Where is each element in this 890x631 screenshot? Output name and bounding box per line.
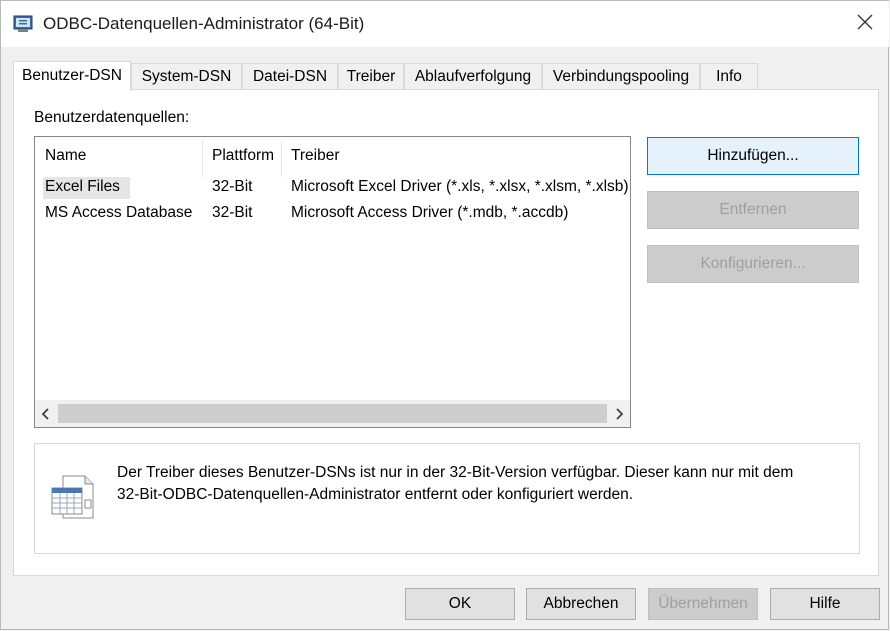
tab-benutzer-dsn[interactable]: Benutzer-DSN [13,61,131,91]
info-message-line-2: 32-Bit-ODBC-Datenquellen-Administrator e… [117,486,634,503]
row-access-driver[interactable]: Microsoft Access Driver (*.mdb, *.accdb) [291,204,568,222]
row-excel-driver[interactable]: Microsoft Excel Driver (*.xls, *.xlsx, *… [291,178,629,196]
column-separator[interactable] [281,141,282,177]
close-icon [856,13,874,35]
row-access-name[interactable]: MS Access Database [45,204,192,222]
info-message: Der Treiber dieses Benutzer-DSNs ist nur… [117,462,837,506]
tab-ablaufverfolgung[interactable]: Ablaufverfolgung [404,63,542,89]
remove-button[interactable]: Entfernen [647,191,859,229]
row-excel-platform[interactable]: 32-Bit [212,178,253,196]
column-header-driver[interactable]: Treiber [291,147,340,165]
odbc-admin-icon [13,14,33,34]
window-title: ODBC-Datenquellen-Administrator (64-Bit) [43,14,365,33]
tab-system-dsn[interactable]: System-DSN [131,63,242,89]
column-header-platform[interactable]: Plattform [212,147,274,165]
close-button[interactable] [847,7,883,41]
ok-button[interactable]: OK [405,588,515,620]
info-message-line-1: Der Treiber dieses Benutzer-DSNs ist nur… [117,464,794,481]
configure-button[interactable]: Konfigurieren... [647,245,859,283]
user-datasources-label: Benutzerdatenquellen: [34,109,190,126]
chevron-left-icon[interactable] [35,400,57,427]
dialog-window: ODBC-Datenquellen-Administrator (64-Bit)… [0,0,889,630]
info-box: Der Treiber dieses Benutzer-DSNs ist nur… [34,443,860,554]
data-table-icon [49,474,97,522]
chevron-right-icon[interactable] [608,400,630,427]
row-access-platform[interactable]: 32-Bit [212,204,253,222]
add-button[interactable]: Hinzufügen... [647,137,859,175]
cancel-button[interactable]: Abbrechen [526,588,636,620]
title-bar: ODBC-Datenquellen-Administrator (64-Bit) [1,1,889,47]
horizontal-scrollbar[interactable] [35,400,630,427]
tab-datei-dsn[interactable]: Datei-DSN [242,63,338,89]
column-header-name[interactable]: Name [45,147,86,165]
help-button[interactable]: Hilfe [770,588,880,620]
tab-verbindungspooling[interactable]: Verbindungspooling [542,63,700,89]
apply-button[interactable]: Übernehmen [648,588,758,620]
scroll-thumb[interactable] [58,404,607,423]
column-separator[interactable] [202,141,203,177]
tab-treiber[interactable]: Treiber [338,63,404,89]
datasource-list[interactable]: Name Plattform Treiber Excel Files 32-Bi… [34,136,631,428]
tab-info[interactable]: Info [700,63,758,89]
row-excel-name[interactable]: Excel Files [45,178,120,196]
